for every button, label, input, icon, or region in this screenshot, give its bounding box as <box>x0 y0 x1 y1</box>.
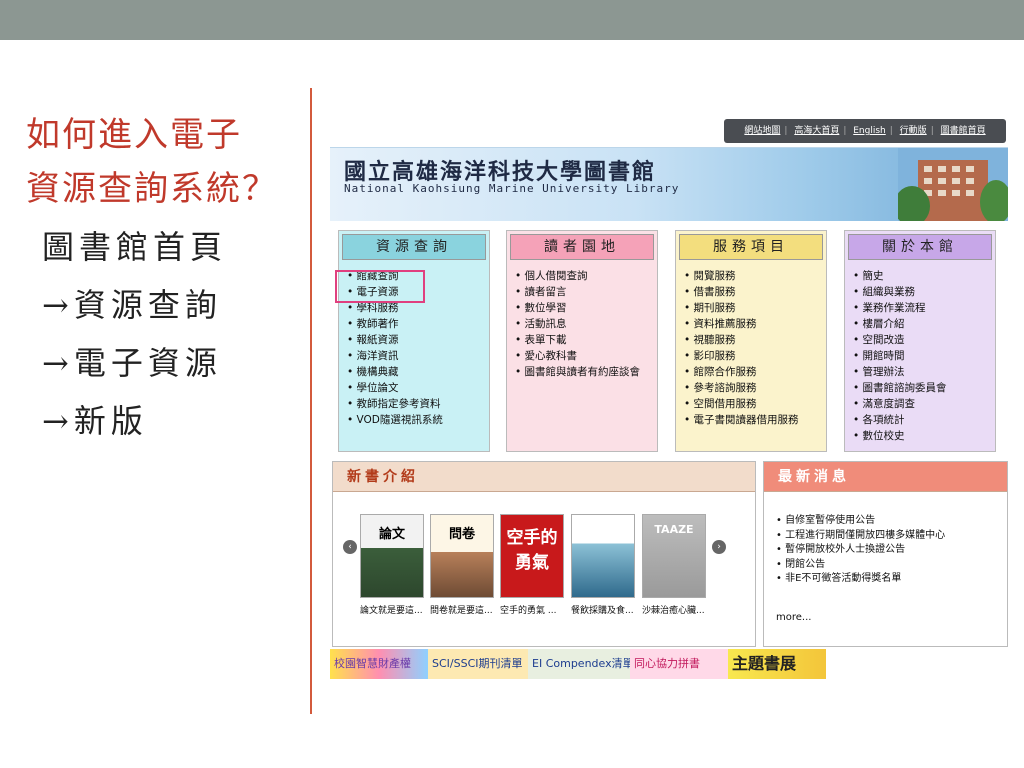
menu-item[interactable]: 圖書館諮詢委員會 <box>853 380 995 396</box>
menu-item[interactable]: 滿意度調查 <box>853 396 995 412</box>
slide-title-line: 如何進入電子 <box>26 115 242 155</box>
panel-title[interactable]: 資源查詢 <box>342 234 486 260</box>
banner-ip-rights[interactable]: 校園智慧財產權 <box>330 649 428 679</box>
menu-item[interactable]: 空間借用服務 <box>684 396 826 412</box>
library-banner: 國立高雄海洋科技大學圖書館 National Kaohsiung Marine … <box>330 147 1008 221</box>
menu-item[interactable]: 海洋資訊 <box>347 348 489 364</box>
english-link[interactable]: English <box>853 126 886 136</box>
slide-title: 如何進入電子 資源查詢系統？ <box>26 108 306 216</box>
top-links-bar: 網站地圖 | 高海大首頁 | English | 行動版 | 圖書館首頁 <box>724 119 1006 143</box>
book-title[interactable]: 沙棘治癒心臟... <box>642 603 706 616</box>
menu-item[interactable]: 管理辦法 <box>853 364 995 380</box>
menu-item[interactable]: 開館時間 <box>853 348 995 364</box>
menu-item[interactable]: 讀者留言 <box>515 284 657 300</box>
news-item[interactable]: 非E不可徵答活動得獎名單 <box>776 572 1007 587</box>
menu-item[interactable]: 圖書館與讀者有約座談會 <box>515 364 657 380</box>
book-title[interactable]: 問卷就是要這... <box>430 603 494 616</box>
menu-item[interactable]: VOD隨選視訊系統 <box>347 412 489 428</box>
university-home-link[interactable]: 高海大首頁 <box>794 126 839 136</box>
menu-item[interactable]: 愛心教科書 <box>515 348 657 364</box>
step-item: →資源查詢 <box>42 286 222 324</box>
news-item[interactable]: 自修室暫停使用公告 <box>776 514 1007 529</box>
menu-item[interactable]: 參考諮詢服務 <box>684 380 826 396</box>
banner-ei-list[interactable]: EI Compendex清單 <box>528 649 634 679</box>
panel-title[interactable]: 讀者園地 <box>510 234 654 260</box>
news-more-link[interactable]: more... <box>776 612 811 623</box>
step-list: 圖書館首頁 →資源查詢 →電子資源 →新版 <box>42 222 302 454</box>
banner-collaboration[interactable]: 同心協力拼書 <box>630 649 728 679</box>
book-item[interactable]: 空手的勇氣 空手的勇氣 ... <box>500 514 564 616</box>
menu-item[interactable]: 電子書閱讀器借用服務 <box>684 412 826 428</box>
panel-reader-area: 讀者園地 個人借閱查詢 讀者留言 數位學習 活動訊息 表單下載 愛心教科書 圖書… <box>506 230 658 452</box>
menu-item[interactable]: 樓層介紹 <box>853 316 995 332</box>
mobile-link[interactable]: 行動版 <box>900 126 927 136</box>
menu-item[interactable]: 視聽服務 <box>684 332 826 348</box>
menu-item[interactable]: 數位學習 <box>515 300 657 316</box>
menu-item[interactable]: 報紙資源 <box>347 332 489 348</box>
prev-arrow-icon[interactable]: ‹ <box>343 540 357 554</box>
menu-item[interactable]: 表單下載 <box>515 332 657 348</box>
menu-item[interactable]: 教師著作 <box>347 316 489 332</box>
panel-title[interactable]: 關於本館 <box>848 234 992 260</box>
menu-item[interactable]: 借書服務 <box>684 284 826 300</box>
news-item[interactable]: 暫停開放校外人士換證公告 <box>776 543 1007 558</box>
menu-item[interactable]: 各項統計 <box>853 412 995 428</box>
book-item[interactable]: 論文 論文就是要這... <box>360 514 424 616</box>
menu-item[interactable]: 資料推薦服務 <box>684 316 826 332</box>
new-books-heading: 新書介紹 <box>333 462 755 492</box>
step-item: 圖書館首頁 <box>42 228 228 266</box>
menu-item[interactable]: 期刊服務 <box>684 300 826 316</box>
sitemap-link[interactable]: 網站地圖 <box>744 126 780 136</box>
next-arrow-icon[interactable]: › <box>712 540 726 554</box>
menu-item[interactable]: 閱覽服務 <box>684 268 826 284</box>
library-home-link[interactable]: 圖書館首頁 <box>941 126 986 136</box>
news-item[interactable]: 閉館公告 <box>776 558 1007 573</box>
menu-item[interactable]: 業務作業流程 <box>853 300 995 316</box>
book-item[interactable]: 餐飲採購及食... <box>571 514 635 616</box>
bottom-banner-bar: 校園智慧財產權 SCI/SSCI期刊清單 EI Compendex清單 同心協力… <box>330 649 826 679</box>
library-name-en: National Kaohsiung Marine University Lib… <box>344 182 680 195</box>
book-title[interactable]: 論文就是要這... <box>360 603 424 616</box>
highlight-box <box>335 270 425 303</box>
vertical-divider <box>310 88 312 714</box>
panel-services: 服務項目 閱覽服務 借書服務 期刊服務 資料推薦服務 視聽服務 影印服務 館際合… <box>675 230 827 452</box>
book-cover[interactable]: 空手的勇氣 <box>500 514 564 598</box>
panel-about: 關於本館 簡史 組織與業務 業務作業流程 樓層介紹 空間改造 開館時間 管理辦法… <box>844 230 996 452</box>
menu-item[interactable]: 個人借閱查詢 <box>515 268 657 284</box>
book-cover[interactable]: 問卷 <box>430 514 494 598</box>
book-cover[interactable]: TAAZE <box>642 514 706 598</box>
panel-resource-search: 資源查詢 館藏查詢 電子資源 學科服務 教師著作 報紙資源 海洋資訊 機構典藏 … <box>338 230 490 452</box>
book-cover[interactable]: 論文 <box>360 514 424 598</box>
menu-item[interactable]: 館際合作服務 <box>684 364 826 380</box>
news-heading: 最新消息 <box>764 462 1007 492</box>
panel-title[interactable]: 服務項目 <box>679 234 823 260</box>
book-cover[interactable] <box>571 514 635 598</box>
book-title[interactable]: 空手的勇氣 ... <box>500 603 564 616</box>
menu-item[interactable]: 數位校史 <box>853 428 995 444</box>
step-item: →電子資源 <box>42 344 222 382</box>
menu-item[interactable]: 空間改造 <box>853 332 995 348</box>
slide: 如何進入電子 資源查詢系統？ 圖書館首頁 →資源查詢 →電子資源 →新版 網站地… <box>0 0 1024 768</box>
library-homepage-screenshot: 網站地圖 | 高海大首頁 | English | 行動版 | 圖書館首頁 國立高雄海洋科… <box>330 115 1008 683</box>
step-item: →新版 <box>42 402 148 440</box>
menu-item[interactable]: 教師指定參考資料 <box>347 396 489 412</box>
menu-item[interactable]: 機構典藏 <box>347 364 489 380</box>
banner-theme-books[interactable]: 主題書展 <box>728 649 826 679</box>
menu-item[interactable]: 活動訊息 <box>515 316 657 332</box>
book-item[interactable]: TAAZE 沙棘治癒心臟... <box>642 514 706 616</box>
building-photo <box>898 148 1008 221</box>
slide-top-bar <box>0 0 1024 40</box>
news-item[interactable]: 工程進行期間僅開放四樓多媒體中心 <box>776 529 1007 544</box>
new-books-section: 新書介紹 ‹ 論文 論文就是要這... 問卷 問卷就是要這... 空手的勇氣 空… <box>332 461 756 647</box>
news-section: 最新消息 自修室暫停使用公告 工程進行期間僅開放四樓多媒體中心 暫停開放校外人士… <box>763 461 1008 647</box>
menu-item[interactable]: 組織與業務 <box>853 284 995 300</box>
menu-item[interactable]: 學位論文 <box>347 380 489 396</box>
menu-item[interactable]: 影印服務 <box>684 348 826 364</box>
book-item[interactable]: 問卷 問卷就是要這... <box>430 514 494 616</box>
banner-sci-list[interactable]: SCI/SSCI期刊清單 <box>428 649 528 679</box>
menu-item[interactable]: 簡史 <box>853 268 995 284</box>
slide-title-line: 資源查詢系統？ <box>26 169 278 209</box>
book-title[interactable]: 餐飲採購及食... <box>571 603 635 616</box>
